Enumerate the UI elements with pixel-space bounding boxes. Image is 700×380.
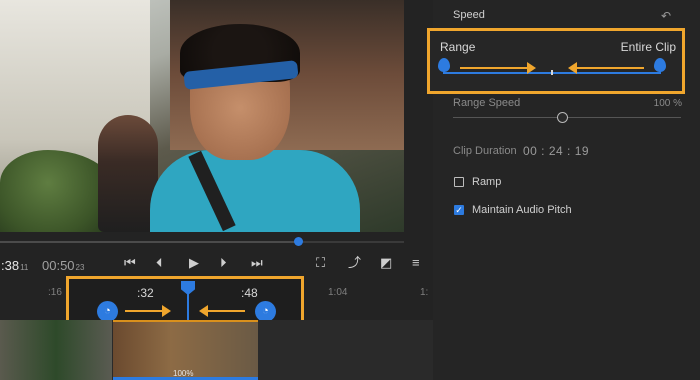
- range-end-handle-tail: [659, 70, 661, 74]
- video-preview: [0, 0, 404, 232]
- ramp-label[interactable]: Ramp: [472, 176, 501, 188]
- range-speed-slider-handle[interactable]: [557, 112, 568, 123]
- range-end-label: :48: [241, 286, 258, 300]
- range-label[interactable]: Range: [440, 40, 475, 54]
- skip-forward-icon[interactable]: ⏭: [251, 256, 263, 270]
- video-person-background: [98, 115, 158, 232]
- scrub-fill: [0, 241, 298, 243]
- scrub-handle[interactable]: [294, 237, 303, 246]
- ruler-tick: 1:04: [328, 287, 348, 298]
- reset-icon[interactable]: ↶: [661, 9, 671, 23]
- range-start-handle-tail: [443, 70, 445, 74]
- maintain-pitch-label[interactable]: Maintain Audio Pitch: [472, 204, 572, 216]
- entire-clip-label[interactable]: Entire Clip: [621, 40, 676, 54]
- video-shirt: [150, 150, 360, 232]
- overlay-icon[interactable]: ◩: [380, 256, 392, 270]
- current-timecode: :3811: [1, 258, 29, 273]
- speed-gauge-start-icon[interactable]: ◔: [97, 301, 118, 322]
- fit-icon[interactable]: ⛶: [316, 256, 325, 270]
- range-speed-label: Range Speed: [453, 97, 521, 109]
- range-selector: Range Entire Clip: [427, 28, 685, 94]
- export-frame-icon[interactable]: ⤴: [348, 256, 361, 270]
- total-timecode: 00:5023: [42, 258, 85, 273]
- clip-thumbnail-selected[interactable]: 100%: [113, 320, 258, 380]
- panel-title: Speed: [453, 9, 485, 21]
- range-start-label: :32: [137, 286, 154, 300]
- clip-duration-label: Clip Duration: [453, 145, 517, 157]
- play-icon[interactable]: ▶: [189, 256, 199, 270]
- speed-gauge-end-icon[interactable]: ◔: [255, 301, 276, 322]
- video-track: 100%: [0, 320, 433, 380]
- clip-speed-label: 100%: [173, 369, 194, 378]
- program-monitor: :3811 00:5023 ⏮ ⏴ ▶ ⏵ ⏭ ⛶ ⤴ ◩ ≡ :16 1:04…: [0, 0, 433, 380]
- arrow-right-icon: [460, 62, 536, 74]
- clip-thumbnail[interactable]: [0, 320, 112, 380]
- timeline-speed-range[interactable]: :32 :48 ◔ ◔: [66, 276, 304, 325]
- step-back-icon[interactable]: ⏴: [156, 256, 163, 270]
- clip-duration-value[interactable]: 00 : 24 : 19: [523, 144, 589, 158]
- range-midpoint: [551, 70, 553, 75]
- ramp-checkbox[interactable]: [454, 177, 464, 187]
- scrub-bar[interactable]: [0, 241, 404, 243]
- range-speed-value: 100 %: [653, 98, 682, 109]
- skip-back-icon[interactable]: ⏮: [124, 256, 136, 270]
- video-person: [150, 24, 360, 232]
- menu-icon[interactable]: ≡: [412, 256, 420, 270]
- arrow-right-icon: [125, 305, 171, 317]
- ruler-tick: :16: [48, 287, 62, 298]
- speed-panel: Speed ↶ Range Entire Clip Range Speed 10…: [427, 0, 700, 380]
- maintain-pitch-checkbox[interactable]: ✓: [454, 205, 464, 215]
- arrow-left-icon: [568, 62, 644, 74]
- arrow-left-icon: [199, 305, 245, 317]
- step-forward-icon[interactable]: ⏵: [220, 256, 227, 270]
- ruler-tick: 1:: [420, 287, 429, 298]
